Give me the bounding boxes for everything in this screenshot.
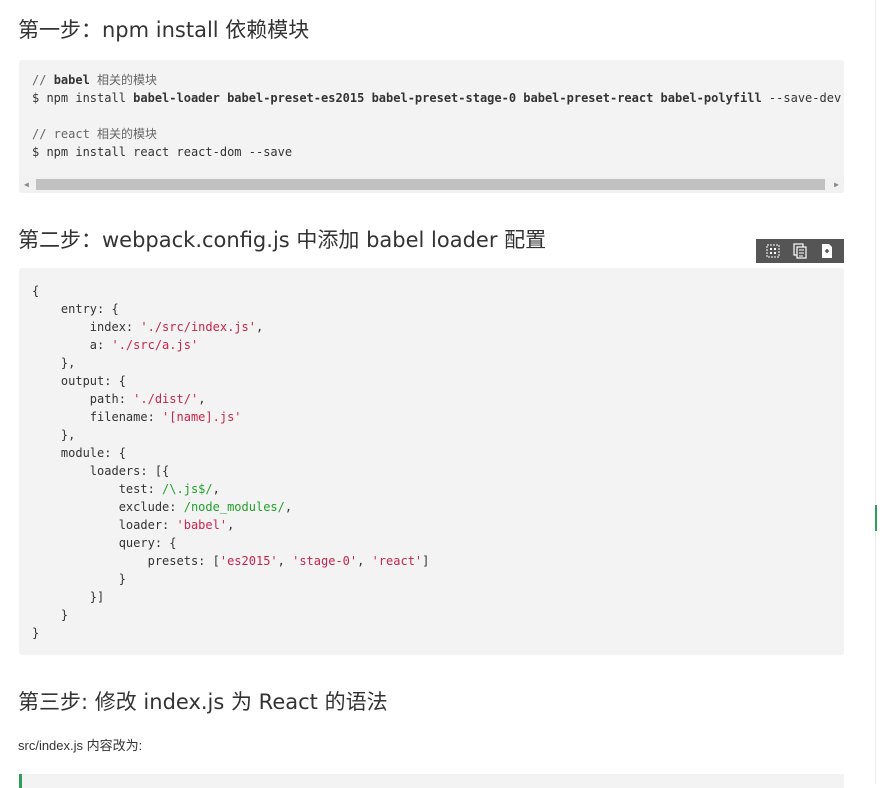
scroll-right-arrow-icon[interactable]: ▶ xyxy=(834,181,839,189)
print-icon[interactable] xyxy=(818,242,836,260)
scroll-left-arrow-icon[interactable]: ◀ xyxy=(24,181,29,189)
step2-heading: 第二步：webpack.config.js 中添加 babel loader 配… xyxy=(18,228,547,252)
right-rail xyxy=(875,0,891,784)
step1-heading: 第一步：npm install 依赖模块 xyxy=(18,18,310,42)
article-content: 第一步：npm install 依赖模块 // babel 相关的模块 $ np… xyxy=(0,0,875,788)
paragraph-text: src/index.js 内容改为: xyxy=(18,738,143,753)
horizontal-scrollbar[interactable]: ◀ ▶ xyxy=(19,177,844,193)
step3-heading: 第三步: 修改 index.js 为 React 的语法 xyxy=(18,690,388,714)
copy-icon[interactable] xyxy=(791,242,809,260)
view-source-icon[interactable] xyxy=(764,242,782,260)
code-text: // babel 相关的模块 $ npm install babel-loade… xyxy=(32,73,842,159)
code-block-webpack-config[interactable]: { entry: { index: './src/index.js', a: '… xyxy=(19,268,844,655)
scrollbar-thumb[interactable] xyxy=(36,179,825,190)
code-block-npm-install[interactable]: // babel 相关的模块 $ npm install babel-loade… xyxy=(19,60,844,193)
scroll-position-marker xyxy=(875,505,877,531)
code-text: { entry: { index: './src/index.js', a: '… xyxy=(32,284,430,640)
code-block-index-js[interactable] xyxy=(19,774,844,788)
code-toolbar xyxy=(756,239,844,263)
